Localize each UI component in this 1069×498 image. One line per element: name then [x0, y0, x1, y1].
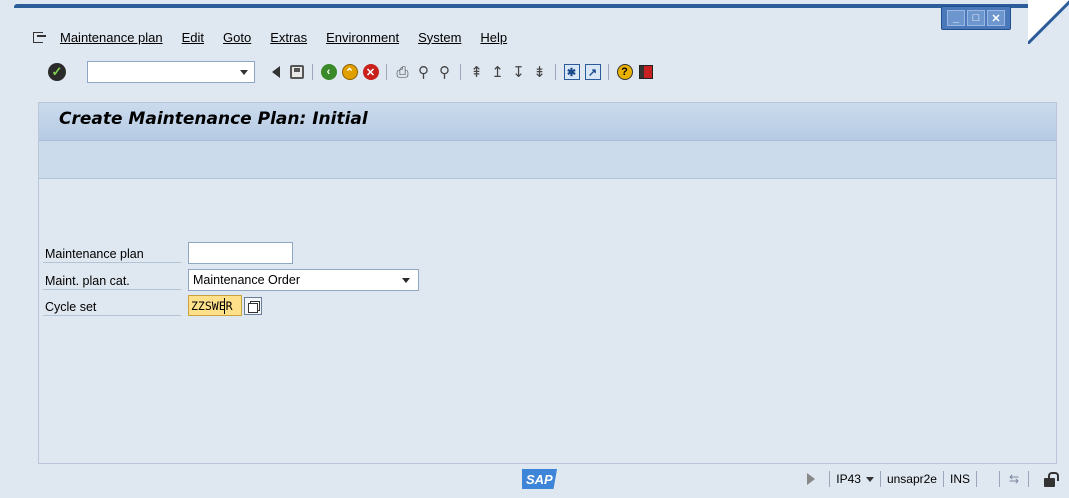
print-icon[interactable]: ⎙: [395, 64, 411, 80]
last-page-icon[interactable]: ⇟: [532, 64, 548, 80]
maintenance-plan-label: Maintenance plan: [43, 243, 181, 263]
window-controls: _ □ ✕: [941, 6, 1011, 30]
exit-icon[interactable]: ⌃: [341, 64, 358, 80]
menu-help[interactable]: Help: [480, 30, 507, 45]
help-icon[interactable]: ?: [616, 64, 633, 80]
cycle-set-input[interactable]: ZZSWER: [188, 295, 242, 316]
plan-category-select[interactable]: Maintenance Order: [188, 269, 419, 291]
screen-area: Create Maintenance Plan: Initial Mainten…: [38, 102, 1057, 464]
status-dropdown-icon[interactable]: [865, 476, 874, 482]
toolbar-separator: [555, 64, 556, 80]
transaction-code: IP43: [836, 472, 861, 486]
menu-system[interactable]: System: [418, 30, 461, 45]
status-separator: [879, 471, 881, 487]
next-page-icon[interactable]: ↧: [511, 64, 527, 80]
previous-page-icon[interactable]: ↥: [490, 64, 506, 80]
server-name: unsapr2e: [886, 472, 937, 486]
plan-category-value: Maintenance Order: [193, 273, 301, 287]
close-icon[interactable]: ✕: [987, 10, 1005, 26]
toolbar-separator: [460, 64, 461, 80]
expand-status-icon[interactable]: [807, 473, 816, 485]
shortcut-icon[interactable]: ↗: [584, 64, 601, 80]
menu-environment[interactable]: Environment: [326, 30, 399, 45]
status-separator: [999, 471, 1000, 487]
window-top-band: [14, 4, 1059, 8]
first-page-icon[interactable]: ⇞: [469, 64, 485, 80]
customize-layout-icon[interactable]: [638, 64, 654, 80]
system-menu-icon[interactable]: [30, 29, 48, 45]
find-icon[interactable]: ⚲: [416, 64, 432, 80]
sap-logo: SAP: [522, 469, 562, 489]
status-separator: [976, 471, 977, 487]
menu-goto[interactable]: Goto: [223, 30, 251, 45]
command-field[interactable]: [87, 61, 255, 83]
standard-toolbar: ✓ ‹ ⌃ ✕ ⎙ ⚲ ⚲ ⇞ ↥ ↧ ⇟ ✱ ↗ ?: [48, 60, 656, 84]
sap-window: _ □ ✕ Maintenance plan Edit Goto Extras …: [0, 0, 1069, 498]
menu-extras[interactable]: Extras: [270, 30, 307, 45]
title-bar: Create Maintenance Plan: Initial: [39, 103, 1056, 141]
cycle-set-label: Cycle set: [43, 296, 181, 316]
save-icon[interactable]: [289, 64, 305, 80]
back-icon[interactable]: [268, 64, 284, 80]
create-session-icon[interactable]: ✱: [563, 64, 580, 80]
cancel-icon[interactable]: ✕: [362, 64, 379, 80]
window-corner-decoration: [1028, 0, 1069, 44]
minimize-icon[interactable]: _: [947, 10, 965, 26]
status-separator: [1028, 471, 1029, 487]
system-info: IP43 unsapr2e INS ⇆: [807, 468, 1059, 490]
text-cursor: [224, 298, 225, 314]
find-next-icon[interactable]: ⚲: [437, 64, 453, 80]
menu-maintenance-plan[interactable]: Maintenance plan: [60, 30, 163, 45]
chevron-down-icon[interactable]: [402, 278, 410, 283]
maintenance-plan-input[interactable]: [188, 242, 293, 264]
cycle-set-row: Cycle set ZZSWER: [43, 295, 262, 316]
menu-edit[interactable]: Edit: [182, 30, 204, 45]
toolbar-separator: [386, 64, 387, 80]
maximize-icon[interactable]: □: [967, 10, 985, 26]
plan-category-label: Maint. plan cat.: [43, 270, 181, 290]
toolbar-separator: [608, 64, 609, 80]
command-field-dropdown-icon[interactable]: [240, 70, 248, 75]
toolbar-separator: [312, 64, 313, 80]
page-title: Create Maintenance Plan: Initial: [59, 109, 368, 129]
status-separator: [829, 471, 831, 487]
status-separator: [942, 471, 944, 487]
menu-bar: Maintenance plan Edit Goto Extras Enviro…: [30, 26, 526, 48]
application-toolbar: [39, 141, 1056, 179]
value-help-icon[interactable]: [244, 296, 262, 315]
cycle-set-value: ZZSWER: [191, 299, 233, 313]
plan-category-row: Maint. plan cat. Maintenance Order: [43, 269, 419, 291]
status-bar: SAP IP43 unsapr2e INS ⇆: [38, 466, 1059, 492]
maintenance-plan-row: Maintenance plan: [43, 242, 293, 264]
enter-icon[interactable]: ✓: [48, 63, 66, 81]
green-back-icon[interactable]: ‹: [320, 64, 337, 80]
tab-order-icon: ⇆: [1008, 472, 1020, 486]
insert-mode[interactable]: INS: [950, 472, 970, 486]
lock-icon[interactable]: [1043, 471, 1059, 487]
